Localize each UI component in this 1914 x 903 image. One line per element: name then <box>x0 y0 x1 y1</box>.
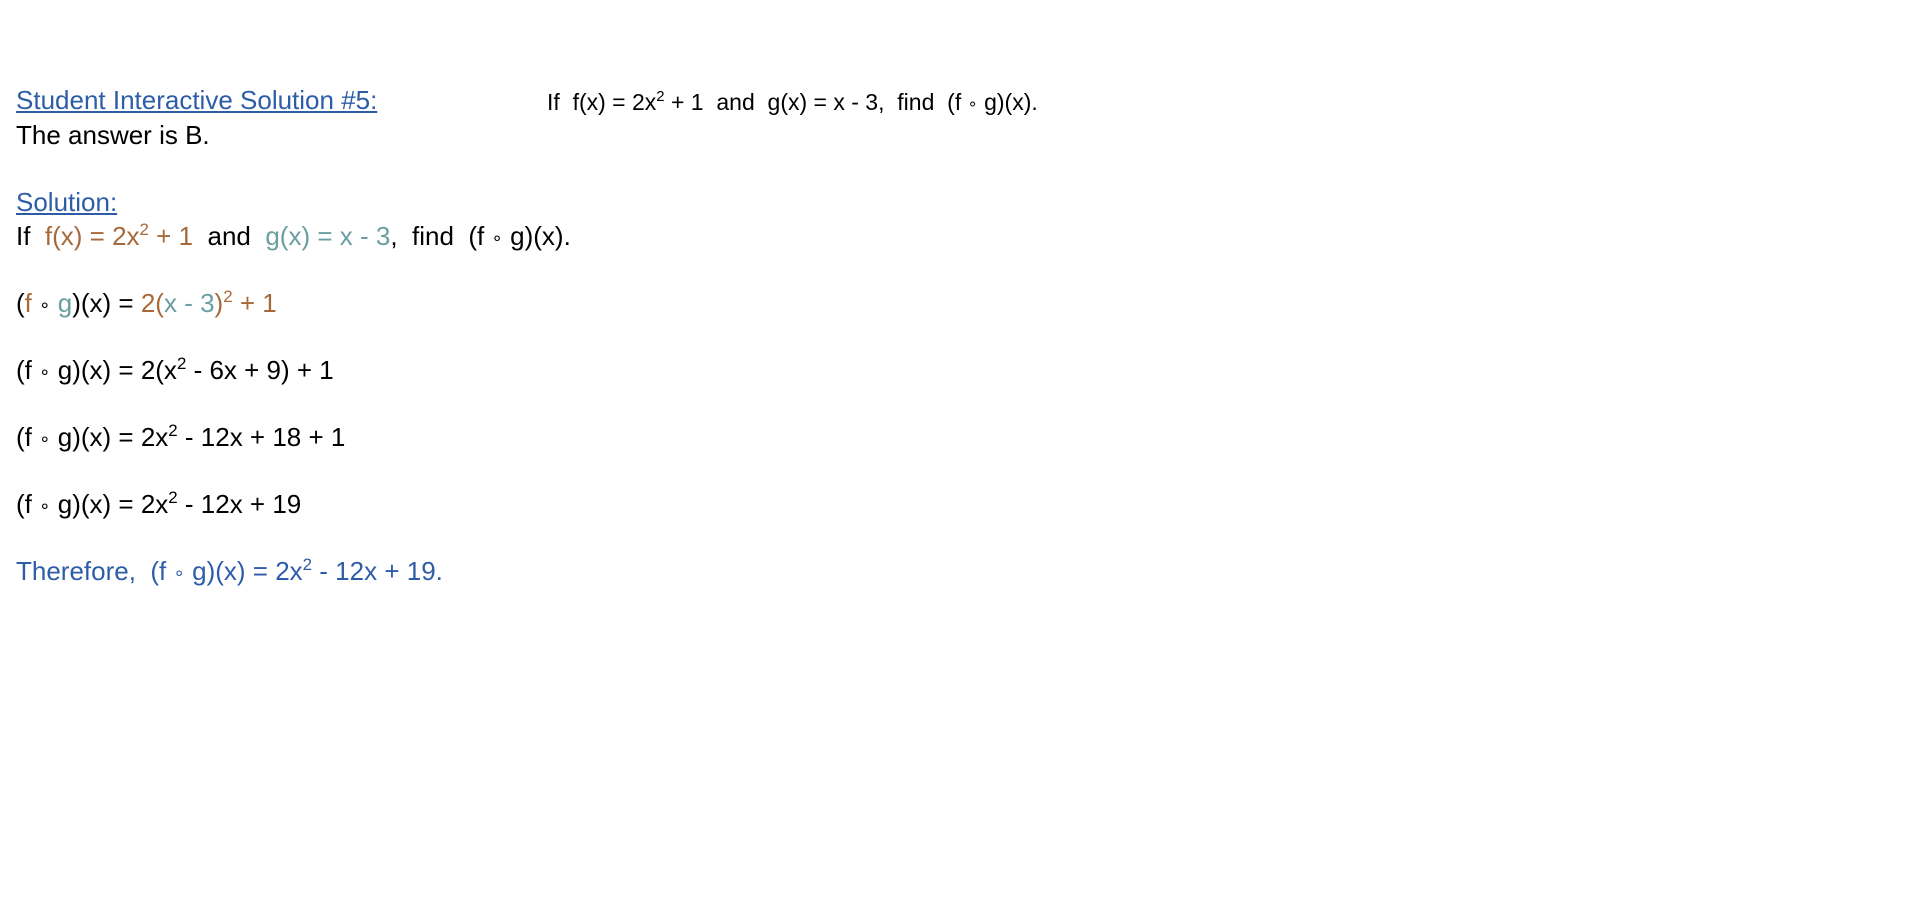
statement-comp-close: g)(x). <box>510 221 571 251</box>
problem-g: g(x) = x - 3, <box>767 89 885 115</box>
solution-statement: If f(x) = 2x2 + 1 and g(x) = x - 3, find… <box>16 221 571 252</box>
problem-statement: If f(x) = 2x2 + 1 and g(x) = x - 3, find… <box>547 89 1038 116</box>
solution-label-link[interactable]: Solution: <box>16 187 117 218</box>
step1-rhs-a: 2( <box>140 288 164 318</box>
solution-conclusion: Therefore, (f ∘ g)(x) = 2x2 - 12x + 19. <box>16 554 443 586</box>
compose-operator-icon: ∘ <box>39 495 51 516</box>
statement-g: g(x) = x - 3 <box>265 221 391 251</box>
step1-f: f <box>24 288 32 318</box>
problem-and: and <box>716 89 755 115</box>
answer-text: The answer is B. <box>16 120 210 150</box>
compose-operator-icon: ∘ <box>39 361 51 382</box>
compose-operator-icon: ∘ <box>39 428 51 449</box>
statement-f: f(x) = 2x2 + 1 <box>44 219 194 251</box>
problem-find: find <box>897 89 935 115</box>
step1-rhs-inner: x - 3 <box>163 288 215 318</box>
problem-comp-close: g)(x). <box>984 89 1038 115</box>
solution-step-2: (f ∘ g)(x) = 2(x2 - 6x + 9) + 1 <box>16 353 334 385</box>
statement-if: If <box>16 221 31 251</box>
compose-operator-icon: ∘ <box>491 227 503 248</box>
solution-step-3: (f ∘ g)(x) = 2x2 - 12x + 18 + 1 <box>16 420 346 452</box>
solution-step-4: (f ∘ g)(x) = 2x2 - 12x + 19 <box>16 487 302 519</box>
step1-g: g <box>57 288 73 318</box>
solution-title-link[interactable]: Student Interactive Solution #5: <box>16 85 377 116</box>
statement-and: and <box>207 221 251 251</box>
statement-comma: , <box>390 221 398 251</box>
problem-f-rest: + 1 <box>664 89 704 115</box>
solution-step-1: (f ∘ g)(x) = 2(x - 3)2 + 1 <box>16 286 277 318</box>
compose-operator-icon: ∘ <box>967 94 978 113</box>
step1-rhs-c: )2 + 1 <box>214 286 277 318</box>
problem-f: f(x) = 2x <box>572 89 657 115</box>
statement-find: find <box>412 221 454 251</box>
problem-f-exponent: 2 <box>656 88 665 106</box>
problem-if: If <box>547 89 560 115</box>
problem-comp-open: (f <box>947 89 962 115</box>
compose-operator-icon: ∘ <box>173 562 185 583</box>
statement-comp-open: (f <box>468 221 485 251</box>
compose-operator-icon: ∘ <box>39 294 51 315</box>
